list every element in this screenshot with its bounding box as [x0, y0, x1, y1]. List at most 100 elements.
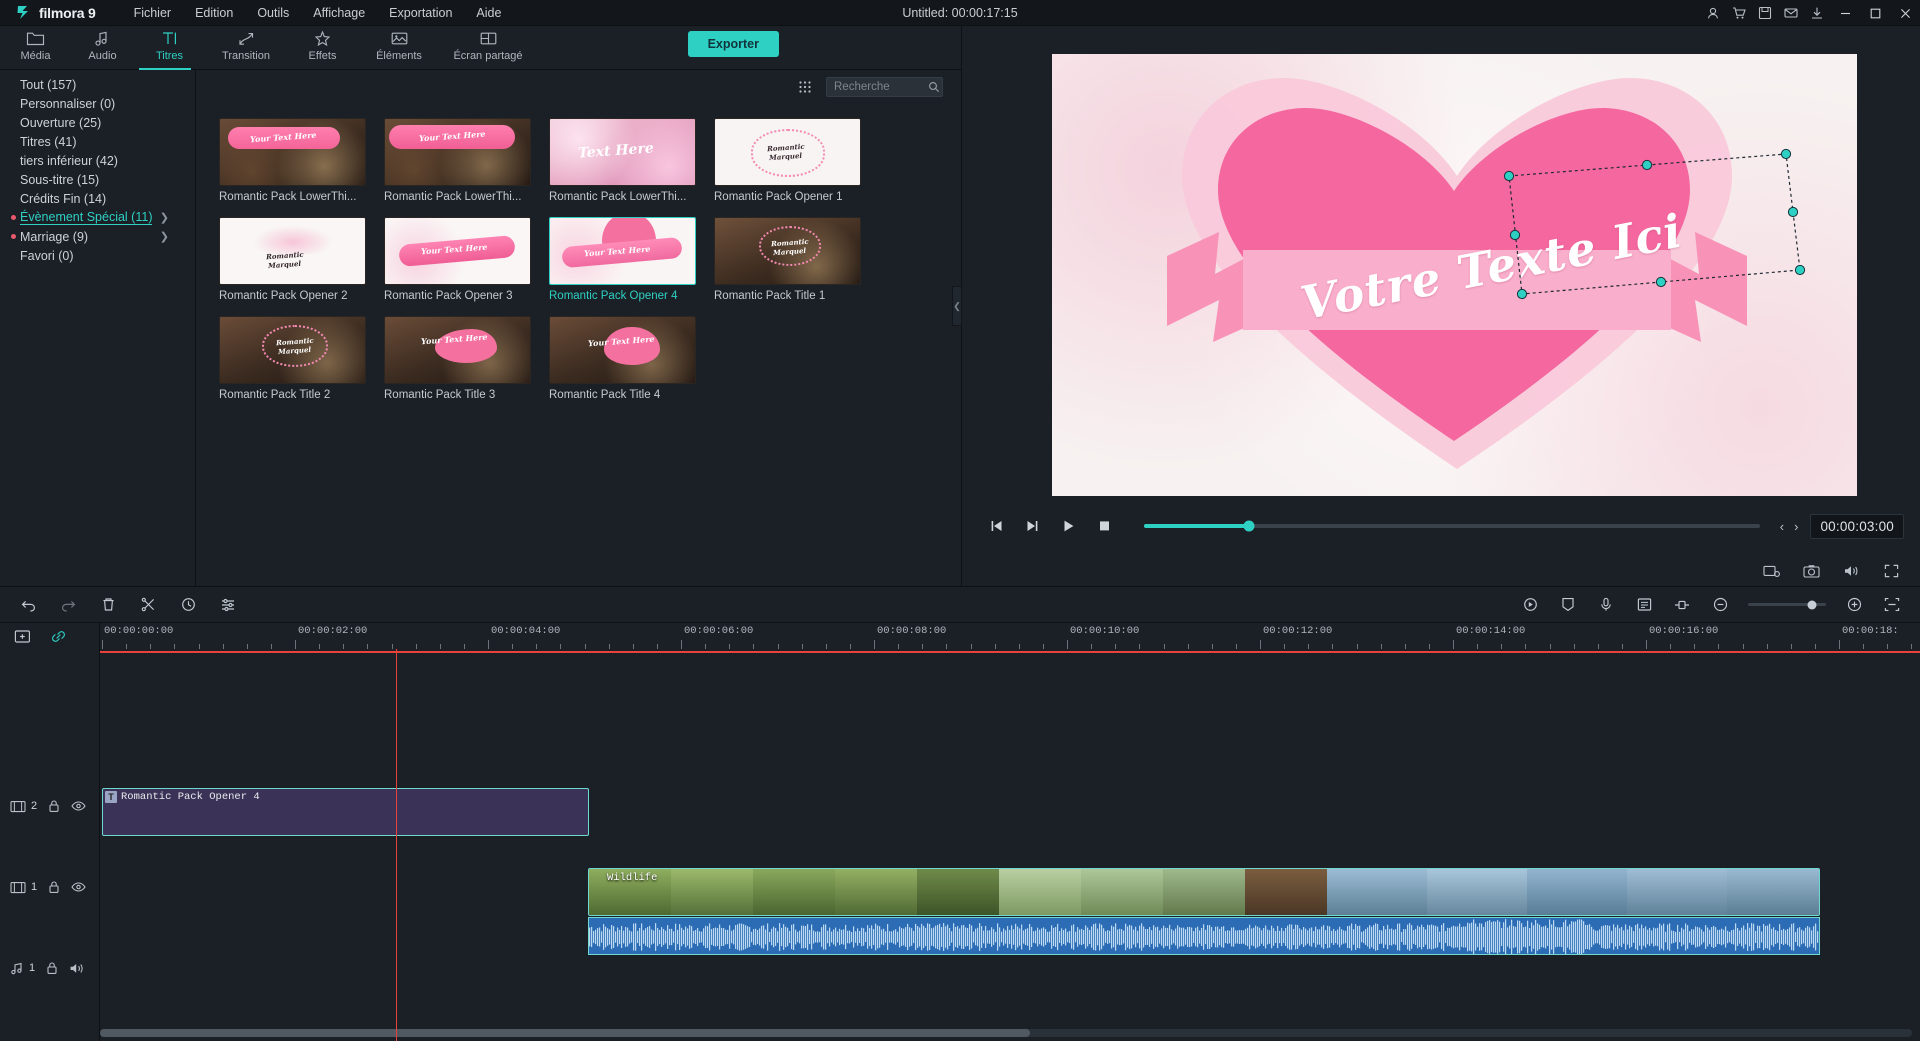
category-sous-titre[interactable]: Sous-titre (15) [0, 170, 195, 189]
timeline-zoom-slider[interactable] [1748, 600, 1826, 609]
asset-item[interactable]: Your Text Here Romantic Pack Title 3 [375, 316, 540, 401]
microphone-icon[interactable] [1596, 595, 1616, 615]
asset-thumbnail[interactable]: Your Text Here [219, 118, 366, 186]
category-titres[interactable]: Titres (41) [0, 132, 195, 151]
category-tout[interactable]: Tout (157) [0, 75, 195, 94]
asset-thumbnail[interactable]: Romantic Marquel [219, 316, 366, 384]
asset-thumbnail[interactable]: Your Text Here [549, 217, 696, 285]
timeline-clip-text[interactable]: T Romantic Pack Opener 4 [102, 788, 589, 836]
asset-thumbnail[interactable]: Romantic Marquel [219, 217, 366, 285]
category-ouverture[interactable]: Ouverture (25) [0, 113, 195, 132]
step-forward-icon[interactable]: › [1790, 519, 1802, 534]
crop-marker-icon[interactable] [1762, 562, 1780, 580]
zoom-slider-knob[interactable] [1807, 600, 1817, 609]
tab-media[interactable]: Média [2, 26, 69, 68]
category-favori[interactable]: Favori (0) [0, 246, 195, 265]
previous-frame-button[interactable] [978, 509, 1014, 543]
asset-item-selected[interactable]: Your Text Here Romantic Pack Opener 4 [540, 217, 705, 302]
timeline-clip-video[interactable]: Wildlife [588, 868, 1820, 916]
timeline-clip-audio[interactable] [588, 917, 1820, 955]
asset-thumbnail[interactable]: Your Text Here [384, 118, 531, 186]
asset-thumbnail[interactable]: Your Text Here [384, 217, 531, 285]
chevron-right-icon[interactable]: ❯ [160, 211, 169, 224]
tab-ecran-partage[interactable]: Écran partagé [442, 26, 534, 68]
menu-outils[interactable]: Outils [245, 3, 301, 23]
category-personnaliser[interactable]: Personnaliser (0) [0, 94, 195, 113]
fullscreen-icon[interactable] [1882, 562, 1900, 580]
add-media-icon[interactable] [12, 626, 32, 646]
library-collapse-handle[interactable]: ❮ [952, 286, 962, 326]
asset-thumbnail[interactable]: Romantic Marquel [714, 118, 861, 186]
record-voiceover-icon[interactable] [1520, 595, 1540, 615]
menu-aide[interactable]: Aide [464, 3, 513, 23]
asset-thumbnail[interactable]: Romantic Marquel [714, 217, 861, 285]
cart-icon[interactable] [1726, 0, 1752, 26]
search-icon[interactable] [928, 81, 940, 93]
timeline-ruler[interactable]: 00:00:00:00 00:00:02:00 00:00:04:00 00:0… [100, 623, 1920, 649]
grid-view-icon[interactable] [796, 78, 814, 96]
stop-button[interactable] [1086, 509, 1122, 543]
search-box[interactable] [826, 77, 943, 97]
asset-item[interactable]: Your Text Here Romantic Pack LowerThi... [375, 118, 540, 203]
close-button[interactable] [1890, 0, 1920, 26]
play-button[interactable] [1050, 509, 1086, 543]
category-credits-fin[interactable]: Crédits Fin (14) [0, 189, 195, 208]
step-back-icon[interactable]: ‹ [1776, 519, 1788, 534]
preview-timecode[interactable]: 00:00:03:00 [1810, 513, 1904, 539]
asset-thumbnail[interactable]: Your Text Here [384, 316, 531, 384]
export-button[interactable]: Exporter [687, 31, 779, 57]
scrollbar-thumb[interactable] [100, 1029, 1030, 1037]
mail-icon[interactable] [1778, 0, 1804, 26]
delete-icon[interactable] [98, 595, 118, 615]
minimize-button[interactable] [1830, 0, 1860, 26]
asset-thumbnail[interactable]: Your Text Here [549, 316, 696, 384]
volume-icon[interactable] [1842, 562, 1860, 580]
marker-icon[interactable] [1558, 595, 1578, 615]
zoom-out-icon[interactable] [1710, 595, 1730, 615]
undo-icon[interactable] [18, 595, 38, 615]
redo-icon[interactable] [58, 595, 78, 615]
category-evenement-special[interactable]: Évènement Spécial (11) ❯ [0, 208, 195, 227]
tab-audio[interactable]: Audio [69, 26, 136, 68]
category-marriage[interactable]: Marriage (9) ❯ [0, 227, 195, 246]
settings-icon[interactable] [218, 595, 238, 615]
split-icon[interactable] [138, 595, 158, 615]
menu-affichage[interactable]: Affichage [301, 3, 377, 23]
tab-transition[interactable]: Transition [203, 26, 289, 68]
preview-canvas[interactable]: Votre Texte Ici [1051, 54, 1857, 496]
link-icon[interactable] [48, 626, 68, 646]
timeline-canvas[interactable]: T Romantic Pack Opener 4 Wildlife [100, 649, 1920, 1041]
asset-item[interactable]: Text Here Romantic Pack LowerThi... [540, 118, 705, 203]
next-frame-button[interactable] [1014, 509, 1050, 543]
menu-edition[interactable]: Edition [183, 3, 245, 23]
asset-item[interactable]: Romantic Marquel Romantic Pack Opener 2 [210, 217, 375, 302]
timeline-playhead[interactable] [390, 649, 403, 1041]
tab-elements[interactable]: Éléments [356, 26, 442, 68]
zoom-in-icon[interactable] [1844, 595, 1864, 615]
asset-item[interactable]: Your Text Here Romantic Pack Opener 3 [375, 217, 540, 302]
asset-item[interactable]: Romantic Marquel Romantic Pack Title 2 [210, 316, 375, 401]
snapshot-icon[interactable] [1802, 562, 1820, 580]
asset-thumbnail[interactable]: Text Here [549, 118, 696, 186]
asset-item[interactable]: Romantic Marquel Romantic Pack Title 1 [705, 217, 870, 302]
playhead-grip[interactable] [390, 649, 403, 650]
chevron-right-icon[interactable]: ❯ [160, 230, 169, 243]
download-icon[interactable] [1804, 0, 1830, 26]
asset-item[interactable]: Your Text Here Romantic Pack LowerThi... [210, 118, 375, 203]
search-input[interactable] [834, 81, 924, 93]
fit-timeline-icon[interactable] [1882, 595, 1902, 615]
timeline-horizontal-scrollbar[interactable] [100, 1029, 1912, 1037]
duration-icon[interactable] [178, 595, 198, 615]
keyframe-icon[interactable] [1672, 595, 1692, 615]
audio-mixer-icon[interactable] [1634, 595, 1654, 615]
maximize-button[interactable] [1860, 0, 1890, 26]
menu-fichier[interactable]: Fichier [122, 3, 184, 23]
scrubber-knob[interactable] [1243, 520, 1255, 532]
asset-item[interactable]: Romantic Marquel Romantic Pack Opener 1 [705, 118, 870, 203]
playback-scrubber[interactable] [1144, 520, 1760, 532]
category-tiers-inferieur[interactable]: tiers inférieur (42) [0, 151, 195, 170]
tab-titres[interactable]: Titres [136, 26, 203, 68]
account-icon[interactable] [1700, 0, 1726, 26]
save-icon[interactable] [1752, 0, 1778, 26]
asset-item[interactable]: Your Text Here Romantic Pack Title 4 [540, 316, 705, 401]
